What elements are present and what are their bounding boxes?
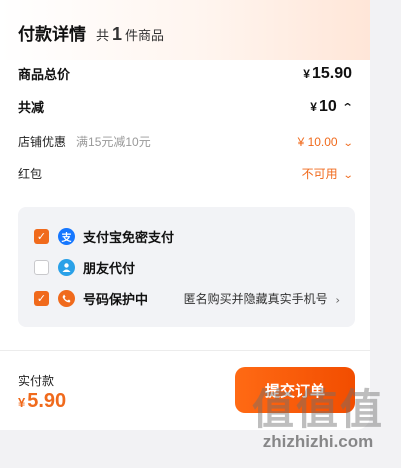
number-protection-option[interactable]: ✓ 号码保护中 匿名购买并隐藏真实手机号 › — [34, 283, 340, 314]
checkbox-checked-icon[interactable]: ✓ — [34, 291, 49, 306]
item-count-number: 1 — [112, 24, 123, 44]
item-count-prefix: 共 — [96, 28, 110, 43]
shop-coupon-row[interactable]: 店铺优惠 满15元减10元 ¥ 10.00 ⌄ — [18, 133, 354, 151]
payment-option-alipay[interactable]: ✓ 支 支付宝免密支付 — [34, 221, 339, 252]
payment-details-card: 付款详情 共 1 件商品 商品总价 ¥15.90 共减 ¥10 ⌃ 店铺优惠 满15元减… — [0, 0, 370, 430]
total-value: 5.90 — [27, 390, 67, 412]
payment-option-friend[interactable]: 朋友代付 — [34, 252, 339, 283]
checkbox-unchecked-icon[interactable] — [34, 260, 49, 275]
payment-option-label: 号码保护中 — [83, 292, 149, 307]
phone-glyph-icon — [62, 294, 71, 303]
chevron-down-icon[interactable]: ⌄ — [342, 138, 353, 149]
watermark: 值值值 zhizhizhi.com — [243, 388, 393, 452]
watermark-url: zhizhizhi.com — [262, 432, 374, 451]
payment-option-label: 朋友代付 — [83, 261, 136, 276]
shop-coupon-amount: ¥ 10.00 ⌄ — [297, 135, 354, 149]
watermark-logo: 值值值 — [251, 386, 384, 433]
subtotal-currency: ¥ — [303, 66, 310, 81]
discount-currency: ¥ — [310, 99, 317, 114]
chevron-up-icon[interactable]: ⌃ — [341, 101, 353, 114]
total-currency: ¥ — [18, 395, 26, 410]
discount-price: ¥10 ⌃ — [310, 97, 353, 116]
number-protection-desc[interactable]: 匿名购买并隐藏真实手机号 › — [183, 290, 340, 307]
chevron-down-icon[interactable]: ⌄ — [342, 170, 353, 181]
total-label: 实付款 — [18, 374, 55, 388]
subtotal-price: ¥15.90 — [303, 65, 352, 83]
subtotal-value: 15.90 — [311, 64, 352, 82]
red-packet-status: 不可用 ⌄ — [301, 165, 354, 182]
discount-value: 10 — [318, 97, 337, 115]
checkbox-checked-icon[interactable]: ✓ — [34, 229, 49, 244]
item-count-suffix: 件商品 — [125, 28, 165, 43]
person-glyph-icon — [62, 263, 71, 272]
shop-coupon-label: 店铺优惠 — [18, 135, 67, 149]
discount-row[interactable]: 共减 ¥10 ⌃ — [18, 97, 353, 116]
total-amount: ¥5.90 — [18, 390, 66, 413]
payment-option-label: 支付宝免密支付 — [83, 230, 175, 245]
discount-label: 共减 — [18, 100, 45, 115]
red-packet-value: 不可用 — [301, 167, 338, 181]
page-title: 付款详情 — [18, 25, 86, 44]
number-protection-desc-text: 匿名购买并隐藏真实手机号 — [183, 292, 328, 306]
shield-phone-icon — [58, 290, 75, 307]
subtotal-label: 商品总价 — [18, 67, 71, 82]
friend-pay-icon — [58, 259, 75, 276]
alipay-icon: 支 — [58, 228, 75, 245]
chevron-right-icon: › — [335, 295, 340, 306]
divider — [0, 350, 370, 351]
shop-coupon-desc: 满15元减10元 — [76, 135, 151, 149]
red-packet-row[interactable]: 红包 不可用 ⌄ — [18, 165, 354, 182]
red-packet-label: 红包 — [18, 167, 43, 181]
payment-options: ✓ 支 支付宝免密支付 朋友代付 ✓ 号码保护中 匿名购买并隐藏真实手机号 › — [18, 207, 355, 327]
card-header: 付款详情 共 1 件商品 — [0, 0, 370, 60]
item-count: 共 1 件商品 — [96, 24, 164, 45]
subtotal-row: 商品总价 ¥15.90 — [18, 64, 352, 83]
shop-coupon-value: ¥ 10.00 — [297, 135, 338, 149]
